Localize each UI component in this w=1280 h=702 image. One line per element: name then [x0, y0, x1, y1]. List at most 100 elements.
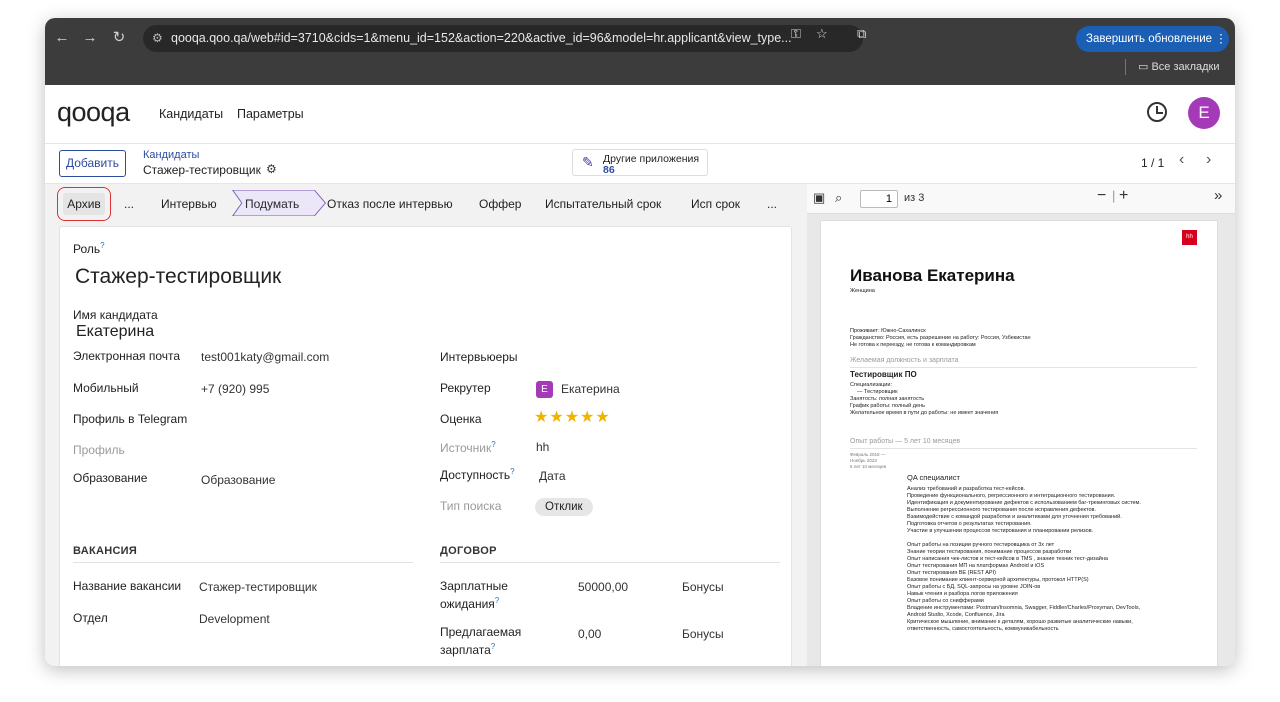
- stage-interview[interactable]: Интервью: [161, 191, 217, 217]
- resume-lives: Проживает: Южно-Сахалинск: [850, 328, 926, 334]
- salary-expected-label-1: Зарплатные: [440, 579, 508, 593]
- rating-stars[interactable]: ★★★★★: [534, 407, 611, 427]
- exp-title: QA специалист: [907, 473, 960, 482]
- zoom-in-icon[interactable]: +: [1119, 187, 1128, 205]
- candidate-value[interactable]: Екатерина: [76, 323, 154, 341]
- site-info-icon[interactable]: ⚙: [152, 25, 163, 52]
- education-label: Образование: [73, 471, 148, 485]
- source-value[interactable]: hh: [536, 440, 549, 454]
- availability-label: Доступность?: [440, 467, 515, 482]
- vacancy-name-value[interactable]: Стажер-тестировщик: [199, 580, 317, 594]
- stage-think[interactable]: Подумать: [245, 191, 299, 217]
- control-panel: Добавить Кандидаты Стажер-тестировщик ⚙ …: [45, 144, 1235, 184]
- role-value[interactable]: Стажер-тестировщик: [75, 265, 281, 289]
- update-button[interactable]: Завершить обновление ⋮: [1076, 26, 1229, 52]
- star-icon[interactable]: ☆: [816, 26, 828, 42]
- breadcrumb-parent[interactable]: Кандидаты: [143, 149, 199, 161]
- skill-line: Знание теории тестирования, понимание пр…: [907, 549, 1072, 555]
- contract-divider: [440, 562, 780, 563]
- exp-line: Участие в улучшении процессов тестирован…: [907, 528, 1094, 534]
- stage-offer[interactable]: Оффер: [479, 191, 521, 217]
- skill-line: Android Studio, Xcode, Confluence, Jira: [907, 612, 1005, 618]
- stage-refusal[interactable]: Отказ после интервью: [327, 191, 453, 217]
- nav-candidates[interactable]: Кандидаты: [159, 107, 223, 121]
- profile-label: Профиль: [73, 443, 125, 457]
- page-number-input[interactable]: 1: [860, 190, 898, 208]
- role-label: Роль?: [73, 241, 105, 256]
- back-icon[interactable]: ←: [51, 27, 73, 49]
- pager-value: 1 / 1: [1141, 156, 1165, 170]
- all-bookmarks[interactable]: ▭ Все закладки: [1138, 60, 1220, 73]
- salary-expected-value[interactable]: 50000,00: [578, 580, 628, 594]
- source-label: Источник?: [440, 440, 496, 455]
- search-icon[interactable]: ⌕: [835, 190, 842, 206]
- browser-toolbar: ← → ↻ ⚙ qooqa.qoo.qa/web#id=3710&cids=1&…: [45, 18, 1235, 85]
- gear-icon[interactable]: ⚙: [266, 162, 277, 176]
- skill-line: Опыт работы на позиции ручного тестировщ…: [907, 542, 1055, 548]
- exp-line: Взаимодействие с командой разработки и а…: [907, 514, 1122, 520]
- exp-line: Анализ требований и разработка тест-кейс…: [907, 486, 1026, 492]
- key-icon[interactable]: ⚿: [791, 26, 801, 42]
- add-button[interactable]: Добавить: [59, 150, 126, 177]
- user-avatar[interactable]: E: [1188, 97, 1220, 129]
- pager-next-icon[interactable]: ›: [1206, 151, 1211, 169]
- resume-gender: Женщина: [850, 288, 875, 294]
- salary-proposed-bonus[interactable]: Бонусы: [682, 627, 724, 641]
- mobile-value[interactable]: +7 (920) 995: [201, 382, 269, 396]
- address-bar[interactable]: ⚙ qooqa.qoo.qa/web#id=3710&cids=1&menu_i…: [143, 25, 863, 52]
- archive-button[interactable]: Архив: [57, 187, 111, 221]
- spec-label: Специализации:: [850, 382, 892, 388]
- stage-more[interactable]: ...: [767, 191, 777, 217]
- skill-line: Владение инструментами: Postman/Insomnia…: [907, 605, 1141, 611]
- browser-window: ← → ↻ ⚙ qooqa.qoo.qa/web#id=3710&cids=1&…: [45, 18, 1235, 666]
- pencil-icon: ✎: [582, 154, 594, 170]
- interviewers-label: Интервьюеры: [440, 350, 518, 364]
- rating-label: Оценка: [440, 412, 482, 426]
- pager-prev-icon[interactable]: ‹: [1179, 151, 1184, 169]
- recruiter-label: Рекрутер: [440, 381, 491, 395]
- translate-icon[interactable]: ⧉: [857, 26, 866, 42]
- hh-logo: hh: [1182, 230, 1197, 245]
- app-logo[interactable]: qooqa: [57, 97, 130, 128]
- department-value[interactable]: Development: [199, 612, 270, 626]
- mobile-label: Мобильный: [73, 381, 139, 395]
- commute: Желательное время в пути до работы: не и…: [850, 410, 999, 416]
- zoom-out-icon[interactable]: −: [1097, 187, 1106, 205]
- email-value[interactable]: test001katy@gmail.com: [201, 350, 329, 364]
- availability-field[interactable]: Дата: [539, 469, 566, 483]
- skill-line: Навык чтения и разбора логов приложения: [907, 591, 1018, 597]
- exp-line: Выполнение регрессионного тестирования п…: [907, 507, 1096, 513]
- education-field[interactable]: Образование: [201, 473, 275, 487]
- forward-icon[interactable]: →: [79, 27, 101, 49]
- recruiter-value[interactable]: Екатерина: [561, 382, 620, 396]
- stage-probation-short[interactable]: Исп срок: [691, 191, 740, 217]
- exp-period-3: 5 лет 10 месяцев: [850, 464, 887, 469]
- other-apps-button[interactable]: ✎ Другие приложения 86: [572, 149, 708, 176]
- recruiter-avatar: E: [536, 381, 553, 398]
- stage-ellipsis[interactable]: ...: [124, 191, 134, 217]
- exp-line: Идентификация и документирование дефекто…: [907, 500, 1141, 506]
- desired-heading: Желаемая должность и зарплата: [850, 357, 959, 364]
- stage-probation[interactable]: Испытательный срок: [545, 191, 661, 217]
- resume-citizenship: Гражданство: Россия, есть разрешение на …: [850, 335, 1031, 341]
- exp-line: Подготовка отчетов о результатах тестиро…: [907, 521, 1032, 527]
- reload-icon[interactable]: ↻: [108, 27, 130, 49]
- stage-statusbar: Архив ... Интервью Подумать Отказ после …: [45, 184, 807, 221]
- page-total: из 3: [904, 192, 925, 204]
- skill-line: Опыт работы с БД, SQL-запросы на уровне …: [907, 584, 1041, 590]
- url-text: qooqa.qoo.qa/web#id=3710&cids=1&menu_id=…: [171, 31, 792, 45]
- more-tools-icon[interactable]: »: [1214, 187, 1222, 204]
- activity-clock-icon[interactable]: [1147, 102, 1167, 122]
- nav-settings[interactable]: Параметры: [237, 107, 304, 121]
- bookmarks-separator: [1125, 59, 1126, 75]
- sidebar-toggle-icon[interactable]: ▣: [813, 190, 825, 206]
- skill-line: Критическое мышление, внимание к деталям…: [907, 619, 1133, 625]
- candidate-label: Имя кандидата: [73, 308, 158, 322]
- vacancy-name-label: Название вакансии: [73, 579, 182, 593]
- experience-divider: [850, 448, 1197, 449]
- salary-expected-bonus[interactable]: Бонусы: [682, 580, 724, 594]
- search-type-tag[interactable]: Отклик: [535, 498, 593, 516]
- salary-proposed-value[interactable]: 0,00: [578, 627, 601, 641]
- employment: Занятость: полная занятость: [850, 396, 925, 402]
- zoom-divider: |: [1112, 188, 1116, 203]
